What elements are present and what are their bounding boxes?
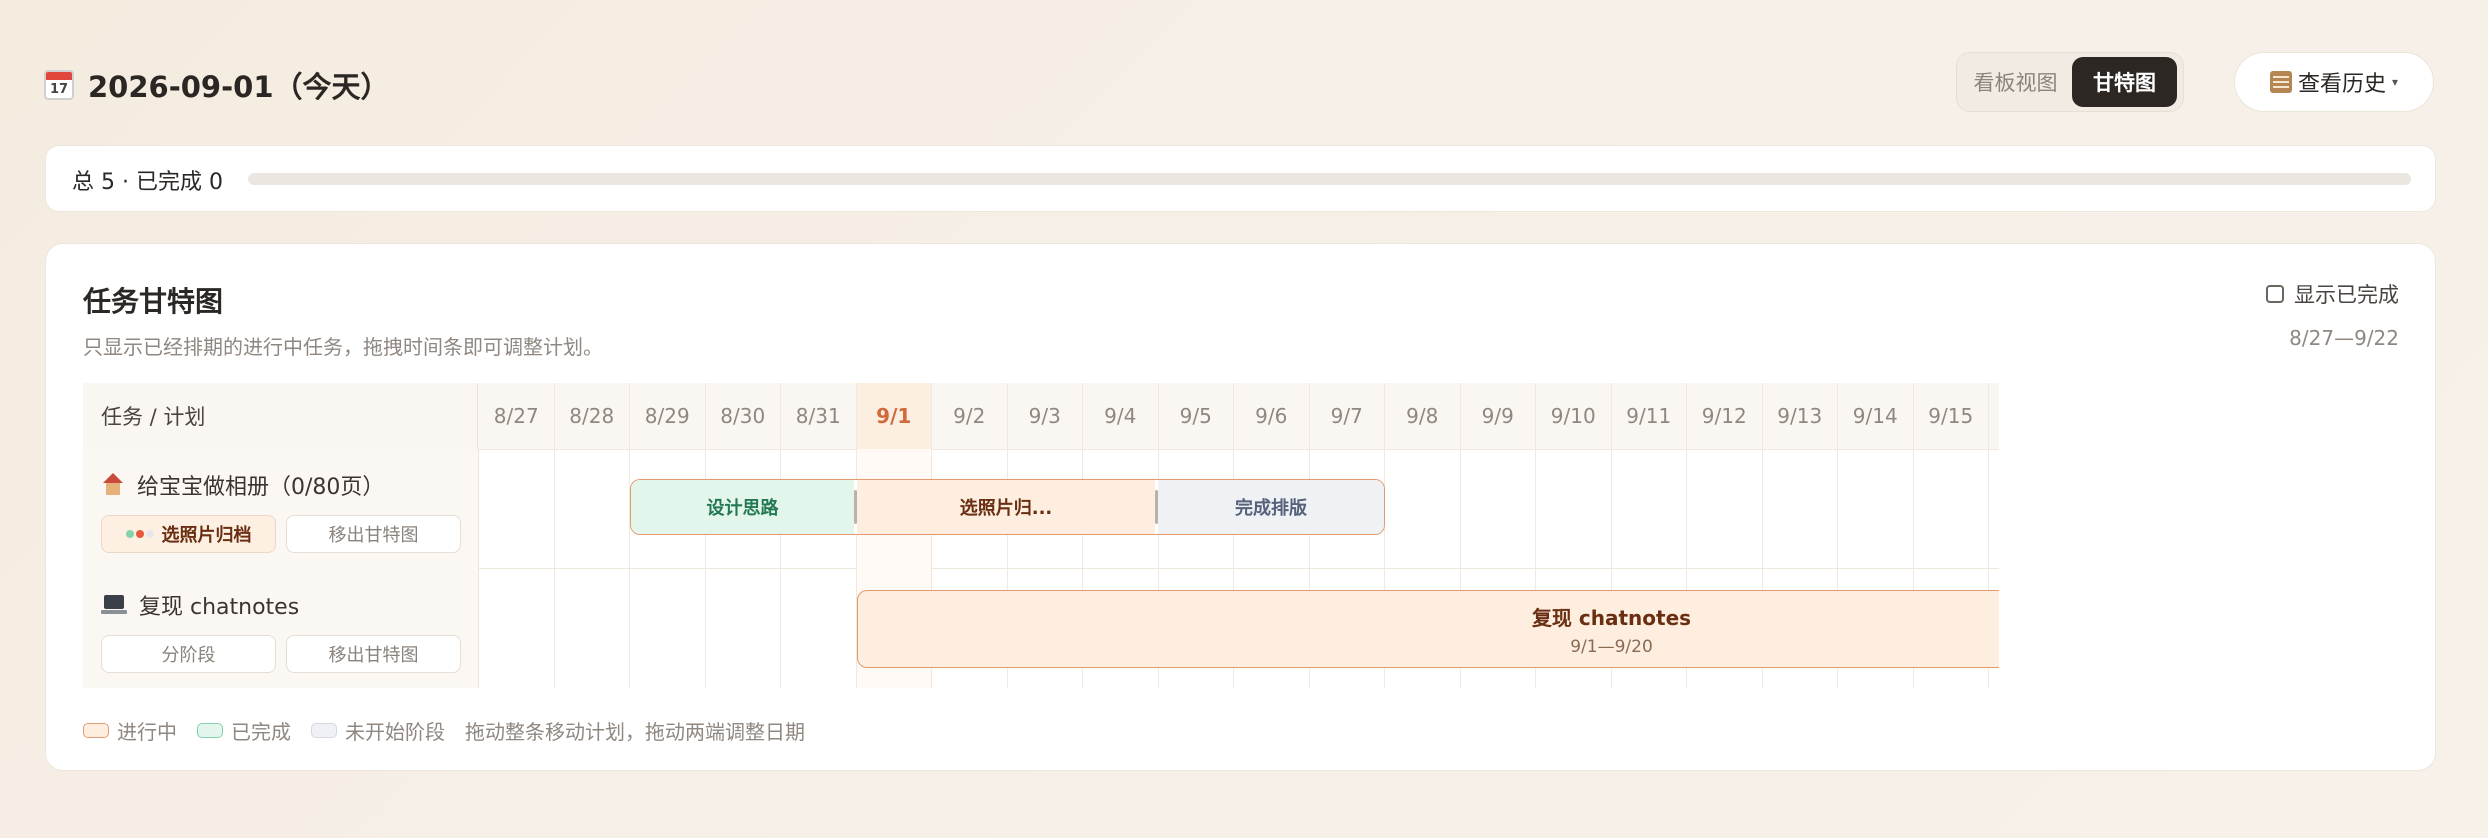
scroll-icon [2269, 71, 2292, 93]
date-header-cell: 9/15 [1914, 383, 1989, 449]
legend-in-progress: 进行中 [83, 716, 177, 745]
date-header-cell: 8/29 [630, 383, 706, 449]
card-subtitle: 只显示已经排期的进行中任务，拖拽时间条即可调整计划。 [83, 335, 603, 359]
phase-segment-photo-selection[interactable]: 选照片归... [856, 480, 1156, 534]
date-header-cell: 9/6 [1234, 383, 1310, 449]
remove-from-gantt-button[interactable]: 移出甘特图 [286, 515, 461, 553]
card-title: 任务甘特图 [83, 285, 224, 318]
date-header-cell: 9/11 [1612, 383, 1687, 449]
show-completed-label: 显示已完成 [2294, 283, 2399, 307]
top-bar: 17 2026-09-01（今天） 看板视图 甘特图 查看历史 ▾ [44, 52, 2434, 114]
not-started-swatch [311, 723, 337, 738]
date-header-cell: 9/5 [1159, 383, 1234, 449]
grid-line [553, 449, 555, 569]
progress-bar [248, 173, 2411, 185]
grid-line [553, 569, 555, 688]
date-header-cell: 9/2 [932, 383, 1008, 449]
date-header-cell: 9/12 [1687, 383, 1763, 449]
history-label: 查看历史 [2297, 72, 2386, 97]
gantt-row: 给宝宝做相册（0/80页） 选照片归档 移出甘特图 设计思路 选照片归... 完… [83, 449, 1999, 569]
date-header-cell: 9/13 [1763, 383, 1838, 449]
grid-line [1988, 449, 1989, 569]
legend-done: 已完成 [197, 716, 291, 745]
date-header-cell: 8/27 [479, 383, 555, 449]
task-name: 复现 chatnotes [101, 589, 299, 621]
date-header-cell: 9/10 [1536, 383, 1612, 449]
gantt-view-button[interactable]: 甘特图 [2072, 57, 2177, 107]
date-title-text: 2026-09-01（今天） [88, 70, 390, 104]
show-completed-toggle[interactable]: 显示已完成 [2266, 279, 2399, 309]
in-progress-swatch [83, 723, 109, 738]
task-bar[interactable]: 复现 chatnotes 9/1—9/20 [856, 590, 1999, 668]
task-column-header: 任务 / 计划 [83, 383, 478, 449]
date-header-cell: 9/16 [1989, 383, 1999, 449]
phase-dots-icon [125, 530, 154, 538]
grid-line [629, 569, 630, 688]
split-phases-button[interactable]: 分阶段 [101, 635, 276, 673]
gantt-row: 复现 chatnotes 分阶段 移出甘特图 复现 chatnotes 9/1—… [83, 569, 1999, 688]
date-header-cell: 9/9 [1461, 383, 1536, 449]
date-header-cell: 9/7 [1310, 383, 1385, 449]
task-bar-dates: 9/1—9/20 [1570, 636, 1653, 657]
grid-line [1837, 449, 1838, 569]
phase-segment-design[interactable]: 设计思路 [631, 480, 854, 534]
date-header-cell: 9/8 [1385, 383, 1461, 449]
done-swatch [197, 723, 223, 738]
view-switch: 看板视图 甘特图 [1956, 52, 2184, 112]
grid-line [1535, 449, 1536, 569]
date-header-cell: 9/14 [1838, 383, 1914, 449]
grid-line [1761, 449, 1763, 569]
grid-line [1610, 449, 1612, 569]
legend-hint: 拖动整条移动计划，拖动两端调整日期 [465, 720, 805, 744]
chevron-down-icon: ▾ [2391, 75, 2399, 89]
view-history-button[interactable]: 查看历史 ▾ [2234, 52, 2434, 112]
date-header-cell: 8/31 [781, 383, 857, 449]
legend: 进行中 已完成 未开始阶段 拖动整条移动计划，拖动两端调整日期 [83, 716, 805, 745]
task-cell: 给宝宝做相册（0/80页） 选照片归档 移出甘特图 [83, 449, 479, 569]
grid-line [780, 569, 781, 688]
current-phase-button[interactable]: 选照片归档 [101, 515, 276, 553]
gantt-card: 任务甘特图 只显示已经排期的进行中任务，拖拽时间条即可调整计划。 显示已完成 8… [45, 243, 2436, 771]
kanban-view-button[interactable]: 看板视图 [1963, 57, 2068, 107]
phase-segment-layout[interactable]: 完成排版 [1158, 480, 1384, 534]
remove-from-gantt-button[interactable]: 移出甘特图 [286, 635, 461, 673]
house-icon [101, 473, 125, 497]
laptop-icon [101, 593, 127, 617]
date-header-cell: 9/3 [1008, 383, 1083, 449]
gantt-chart: 任务 / 计划 8/27 8/28 8/29 8/30 8/31 9/1 9/2 9/3 9/4… [83, 383, 1999, 688]
calendar-icon: 17 [44, 70, 74, 100]
task-name-label: 给宝宝做相册（0/80页） [137, 475, 385, 500]
date-header-cell: 9/1 [856, 383, 932, 449]
gantt-header: 任务 / 计划 8/27 8/28 8/29 8/30 8/31 9/1 9/2 9/3 9/4… [83, 383, 1999, 450]
task-name: 给宝宝做相册（0/80页） [101, 469, 384, 501]
grid-line [1912, 449, 1914, 569]
date-header-cell: 8/30 [706, 383, 781, 449]
current-phase-label: 选照片归档 [161, 525, 252, 546]
progress-text: 总 5 · 已完成 0 [72, 170, 223, 195]
grid-line [1686, 449, 1687, 569]
date-header-cell: 9/4 [1083, 383, 1159, 449]
date-header-cells: 8/27 8/28 8/29 8/30 8/31 9/1 9/2 9/3 9/4 9/5 9/6 9/… [479, 383, 1999, 449]
progress-summary: 总 5 · 已完成 0 [45, 145, 2436, 212]
task-cell: 复现 chatnotes 分阶段 移出甘特图 [83, 569, 479, 688]
legend-not-started: 未开始阶段 [311, 716, 445, 745]
date-header-cell: 8/28 [555, 383, 630, 449]
phased-task-bar[interactable]: 设计思路 选照片归... 完成排版 [630, 479, 1385, 535]
task-name-label: 复现 chatnotes [139, 595, 300, 620]
task-bar-title: 复现 chatnotes [1531, 605, 1692, 630]
show-completed-checkbox[interactable] [2266, 285, 2284, 303]
page-title: 17 2026-09-01（今天） [44, 64, 390, 106]
grid-line [704, 569, 706, 688]
date-range-label: 8/27—9/22 [2289, 326, 2399, 350]
grid-line [1459, 449, 1461, 569]
